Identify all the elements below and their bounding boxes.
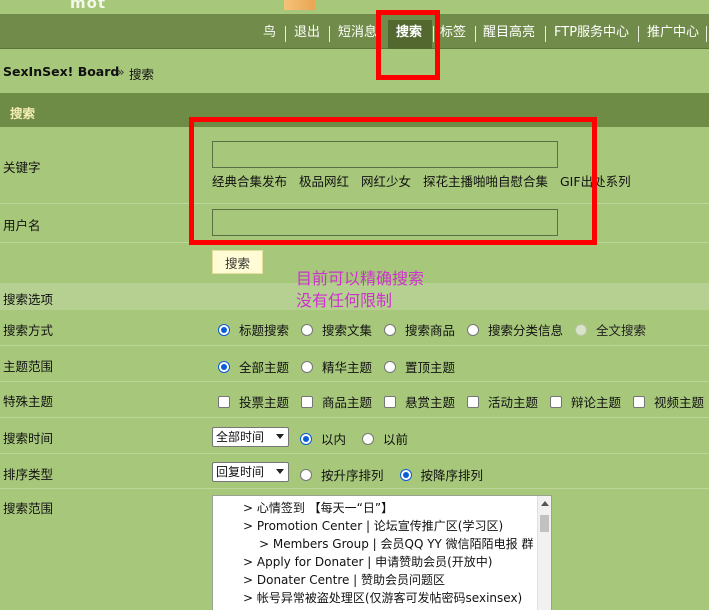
radio-digest-topics[interactable] bbox=[301, 360, 313, 373]
site-logo[interactable]: mot bbox=[70, 0, 106, 12]
radio-within[interactable] bbox=[300, 432, 312, 445]
select-value: 回复时间 bbox=[216, 465, 265, 479]
nav-item-promotion[interactable]: 推广中心 bbox=[647, 14, 699, 49]
nav-item-logout[interactable]: 退出 bbox=[294, 14, 320, 49]
row-divider bbox=[0, 453, 709, 454]
select-value: 全部时间 bbox=[216, 430, 265, 444]
search-submit-button[interactable]: 搜索 bbox=[212, 250, 263, 274]
search-method-options: 标题搜索 搜索文集 搜索商品 搜索分类信息 全文搜索 bbox=[212, 320, 654, 339]
search-range-label: 搜索范围 bbox=[3, 501, 54, 516]
sort-type-select[interactable]: 回复时间 bbox=[212, 462, 289, 482]
breadcrumb: SexInSex! Board » 搜索 bbox=[0, 49, 709, 93]
options-header-title: 搜索选项 bbox=[3, 292, 54, 307]
nav-separator bbox=[329, 26, 330, 42]
chevron-down-icon bbox=[276, 434, 284, 439]
username-label: 用户名 bbox=[3, 218, 41, 233]
nav-item-ftp[interactable]: FTP服务中心 bbox=[554, 14, 629, 49]
forum-list-scrollbar[interactable] bbox=[537, 496, 551, 610]
search-time-select[interactable]: 全部时间 bbox=[212, 427, 289, 447]
nav-item-messages[interactable]: 短消息 bbox=[338, 14, 377, 49]
annotation-note: 目前可以精确搜索 没有任何限制 bbox=[296, 268, 424, 312]
topic-scope-options: 全部主题 精华主题 置顶主题 bbox=[212, 357, 463, 376]
checkbox-video-topics[interactable] bbox=[633, 395, 645, 408]
radio-label: 按升序排列 bbox=[321, 468, 384, 483]
checkbox-label: 投票主题 bbox=[239, 395, 290, 410]
row-divider bbox=[0, 417, 709, 418]
scroll-thumb[interactable] bbox=[540, 515, 549, 532]
annotation-box-nav-search bbox=[376, 10, 440, 80]
banner-image bbox=[284, 0, 315, 10]
checkbox-poll-topics[interactable] bbox=[218, 395, 230, 408]
radio-label: 标题搜索 bbox=[239, 323, 290, 338]
annotation-box-search-fields bbox=[189, 117, 597, 245]
search-time-label: 搜索时间 bbox=[3, 431, 54, 446]
sort-order-options: 按升序排列 按降序排列 bbox=[300, 465, 491, 484]
section-title: 搜索 bbox=[10, 106, 36, 121]
radio-label: 全部主题 bbox=[239, 360, 290, 375]
radio-goods-search[interactable] bbox=[384, 323, 396, 336]
annotation-note-line: 目前可以精确搜索 bbox=[296, 269, 425, 288]
forum-option[interactable]: > Promotion Center | 论坛宣传推广区(学习区) bbox=[243, 517, 503, 534]
checkbox-label: 活动主题 bbox=[488, 395, 539, 410]
checkbox-label: 视频主题 bbox=[654, 395, 705, 410]
radio-anthology-search[interactable] bbox=[301, 323, 313, 336]
keyword-label: 关键字 bbox=[3, 160, 41, 175]
radio-title-search[interactable] bbox=[218, 323, 230, 336]
forum-option[interactable]: > 帐号异常被盗处理区(仅游客可发帖密码sexinsex) bbox=[243, 589, 522, 606]
checkbox-goods-topics[interactable] bbox=[301, 395, 313, 408]
radio-sticky-topics[interactable] bbox=[384, 360, 396, 373]
forum-option[interactable]: > Apply for Donater | 申请赞助会员(开放中) bbox=[243, 553, 492, 570]
nav-separator bbox=[706, 26, 707, 42]
checkbox-label: 商品主题 bbox=[322, 395, 373, 410]
nav-item-highlight[interactable]: 醒目高亮 bbox=[483, 14, 535, 49]
radio-label: 搜索商品 bbox=[405, 323, 456, 338]
annotation-note-line: 没有任何限制 bbox=[296, 291, 393, 310]
radio-before[interactable] bbox=[362, 432, 374, 445]
checkbox-label: 悬赏主题 bbox=[405, 395, 456, 410]
radio-label: 精华主题 bbox=[322, 360, 373, 375]
nav-separator bbox=[638, 26, 639, 42]
checkbox-debate-topics[interactable] bbox=[550, 395, 562, 408]
radio-label: 搜索文集 bbox=[322, 323, 373, 338]
breadcrumb-home-link[interactable]: SexInSex! Board bbox=[3, 64, 119, 79]
radio-descending[interactable] bbox=[399, 468, 412, 481]
special-topics-label: 特殊主题 bbox=[3, 394, 54, 409]
chevron-down-icon bbox=[276, 469, 284, 474]
checkbox-activity-topics[interactable] bbox=[467, 395, 479, 408]
forum-select-list[interactable]: > 心情签到 【每天一“日”】 > Promotion Center | 论坛宣… bbox=[212, 495, 552, 610]
forum-option[interactable]: > Members Group | 会员QQ YY 微信陌陌电报 群 bbox=[259, 535, 534, 552]
radio-all-topics[interactable] bbox=[218, 360, 230, 373]
search-method-label: 搜索方式 bbox=[3, 323, 54, 338]
radio-ascending[interactable] bbox=[300, 468, 312, 481]
breadcrumb-current: 搜索 bbox=[129, 67, 155, 82]
top-strip: mot bbox=[0, 0, 709, 14]
nav-separator bbox=[285, 26, 286, 42]
search-time-options: 以内 以前 bbox=[300, 429, 416, 448]
topic-scope-label: 主题范围 bbox=[3, 359, 54, 374]
sort-type-label: 排序类型 bbox=[3, 467, 54, 482]
checkbox-reward-topics[interactable] bbox=[384, 395, 396, 408]
radio-label: 按降序排列 bbox=[420, 468, 484, 483]
radio-fulltext-search bbox=[575, 323, 587, 336]
radio-category-search[interactable] bbox=[467, 323, 479, 336]
nav-separator bbox=[545, 26, 546, 42]
row-divider bbox=[0, 345, 709, 346]
special-topics-options: 投票主题 商品主题 悬赏主题 活动主题 辩论主题 视频主题 bbox=[212, 392, 709, 411]
radio-label: 以前 bbox=[383, 432, 409, 447]
scroll-up-icon[interactable] bbox=[541, 501, 549, 506]
radio-label: 搜索分类信息 bbox=[488, 323, 564, 338]
radio-label: 以内 bbox=[321, 432, 347, 447]
forum-option[interactable]: > 心情签到 【每天一“日”】 bbox=[243, 499, 393, 516]
radio-label: 置顶主题 bbox=[405, 360, 456, 375]
forum-option[interactable]: > Donater Centre | 赞助会员问题区 bbox=[243, 571, 445, 588]
nav-item-user[interactable]: 鸟 bbox=[263, 14, 276, 49]
row-divider bbox=[0, 488, 709, 489]
radio-label: 全文搜索 bbox=[596, 323, 647, 338]
nav-item-tags[interactable]: 标签 bbox=[440, 14, 466, 49]
top-nav: 鸟 退出 短消息 搜索 标签 醒目高亮 FTP服务中心 推广中心 bbox=[0, 14, 709, 49]
nav-separator bbox=[475, 26, 476, 42]
row-divider bbox=[0, 381, 709, 382]
breadcrumb-separator: » bbox=[117, 64, 125, 79]
checkbox-label: 辩论主题 bbox=[571, 395, 622, 410]
